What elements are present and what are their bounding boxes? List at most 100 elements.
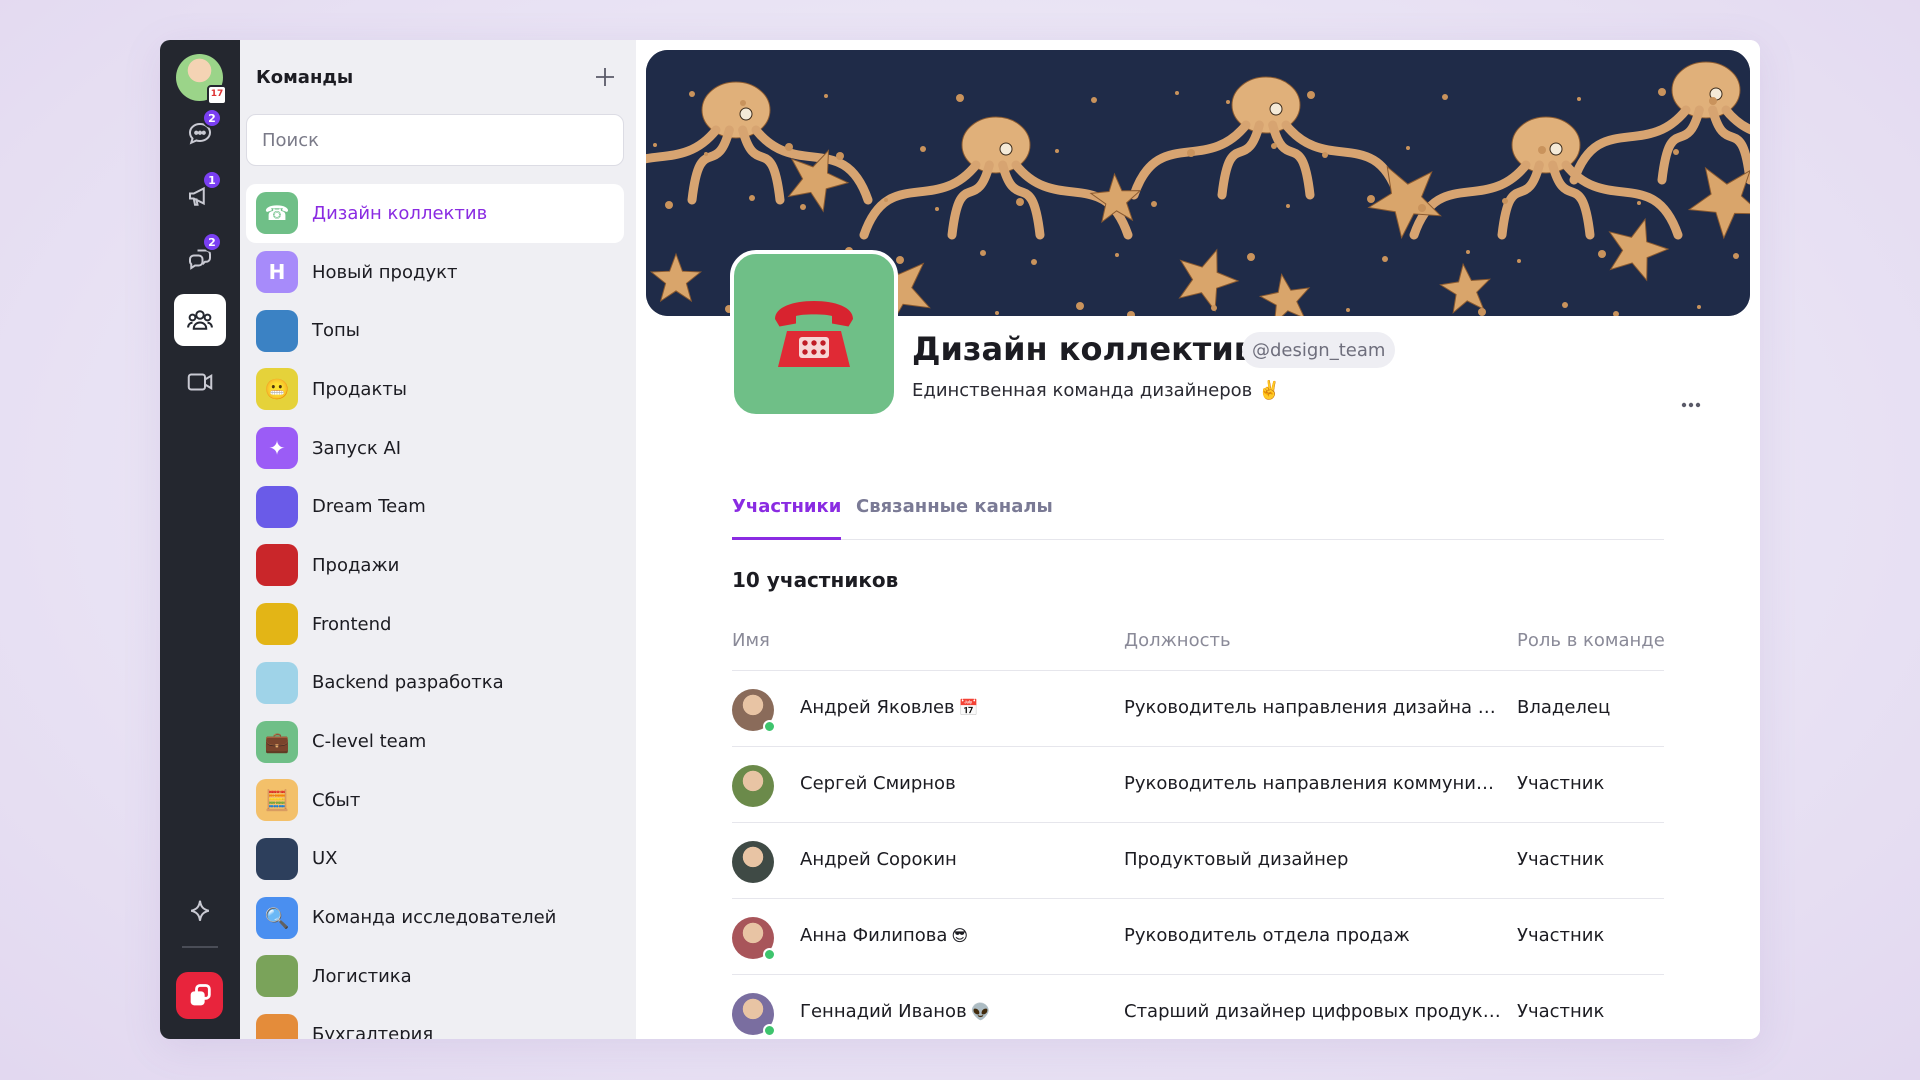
unread-badge: 2 (202, 108, 222, 128)
team-list-item[interactable]: UX (246, 830, 624, 889)
team-list-item[interactable]: ✦ Запуск AI (246, 419, 624, 478)
app-window: 17 2 1 2 Команды Поиск ☎ Дизайн коллекти… (160, 40, 1760, 1039)
team-handle[interactable]: @design_team (1242, 332, 1396, 368)
add-team-button[interactable] (590, 62, 620, 92)
member-role: Владелец (1517, 697, 1611, 718)
tab-members[interactable]: Участники (732, 496, 842, 540)
member-avatar[interactable] (732, 917, 776, 961)
team-list-item-label: Новый продукт (312, 261, 458, 283)
abacus-icon: 🧮 (256, 779, 298, 822)
member-row[interactable]: Андрей Сорокин Продуктовый дизайнер Участн… (732, 823, 1664, 899)
pug-photo-icon (256, 603, 298, 646)
member-name-text: Андрей Сорокин (800, 849, 957, 870)
team-list-item-label: Сбыт (312, 789, 361, 811)
giraffe-photo-icon (256, 661, 298, 704)
chats-nav-button[interactable]: 2 (174, 108, 226, 160)
search-input[interactable]: Поиск (246, 114, 624, 166)
team-list-item[interactable]: 😬 Продакты (246, 360, 624, 419)
team-description: Единственная команда дизайнеров ✌️ (912, 380, 1281, 401)
status-emoji: 😎 (951, 926, 969, 945)
members-count: 10 участников (732, 568, 899, 592)
team-list-item-label: Frontend (312, 613, 392, 635)
team-list-item[interactable]: Продажи (246, 536, 624, 595)
sparkle-icon (190, 900, 210, 921)
cat-photo-icon (256, 309, 298, 352)
member-name: Сергей Смирнов (800, 773, 956, 794)
team-list-item[interactable]: Логистика (246, 947, 624, 1006)
teams-nav-button[interactable] (174, 294, 226, 346)
teams-panel-title: Команды (256, 66, 354, 88)
team-list-item-label: Команда исследователей (312, 907, 557, 929)
bird-photo-icon (256, 837, 298, 880)
app-logo-button[interactable] (176, 972, 223, 1019)
member-job-title: Старший дизайнер цифровых продуктов (1124, 1001, 1502, 1022)
tab-linked-channels[interactable]: Связанные каналы (856, 496, 1053, 540)
rail-divider (182, 946, 218, 948)
calls-nav-button[interactable] (174, 356, 226, 408)
user-avatar[interactable]: 17 (176, 54, 227, 105)
team-list-item[interactable]: Dream Team (246, 477, 624, 536)
grimace-emoji-icon: 😬 (256, 368, 298, 411)
team-list-item[interactable]: Backend разработка (246, 654, 624, 713)
column-header-role[interactable]: Роль в команде (1517, 630, 1665, 651)
briefcase-icon: 💼 (256, 720, 298, 763)
member-role: Участник (1517, 773, 1605, 794)
dog-photo-icon (256, 1013, 298, 1039)
member-job-title: Руководитель отдела продаж (1124, 925, 1410, 946)
calendar-status-icon: 17 (207, 85, 227, 105)
team-avatar (730, 250, 898, 418)
member-row[interactable]: Геннадий Иванов 👽 Старший дизайнер цифровы… (732, 975, 1664, 1039)
team-list-item-label: Backend разработка (312, 672, 504, 694)
team-list-item-label: Запуск AI (312, 437, 402, 459)
member-avatar[interactable] (732, 841, 774, 883)
member-name-text: Анна Филипова (800, 925, 948, 946)
team-list-item[interactable]: 💼 C-level team (246, 712, 624, 771)
video-camera-icon (187, 373, 213, 391)
team-list-item-label: UX (312, 848, 338, 870)
team-list-item[interactable]: Бухгалтерия (246, 1006, 624, 1039)
telephone-icon: ☎ (256, 192, 298, 235)
member-avatar[interactable] (732, 765, 774, 807)
online-status-dot (763, 948, 776, 961)
team-list-item[interactable]: ☎ Дизайн коллектив (246, 184, 624, 243)
ai-assistant-button[interactable] (174, 886, 226, 938)
unread-badge: 1 (202, 170, 222, 190)
column-header-name[interactable]: Имя (732, 630, 770, 651)
member-row[interactable]: Анна Филипова 😎 Руководитель отдела продаж… (732, 899, 1664, 975)
member-name-text: Сергей Смирнов (800, 773, 956, 794)
member-role: Участник (1517, 925, 1605, 946)
member-name: Андрей Сорокин (800, 849, 957, 870)
team-list-item[interactable]: 🔍 Команда исследователей (246, 888, 624, 947)
team-people-icon (187, 310, 213, 330)
ant-photo-icon (256, 544, 298, 587)
team-list-item-label: Бухгалтерия (312, 1024, 434, 1039)
profile-tabs: Участники Связанные каналы (732, 488, 1664, 540)
column-header-title[interactable]: Должность (1124, 630, 1231, 651)
threads-nav-button[interactable]: 2 (174, 232, 226, 284)
road-photo-icon (256, 955, 298, 998)
member-role: Участник (1517, 1001, 1605, 1022)
team-list-item[interactable]: Frontend (246, 595, 624, 654)
member-job-title: Руководитель направления коммуника... (1124, 773, 1502, 794)
team-list-item-label: Логистика (312, 965, 412, 987)
team-list-item-label: Dream Team (312, 496, 426, 518)
online-status-dot (763, 1024, 776, 1037)
team-list-item[interactable]: Топы (246, 301, 624, 360)
more-options-button[interactable] (1676, 390, 1706, 420)
team-list: ☎ Дизайн коллектив Н Новый продукт Топы 😬 Прод… (246, 184, 624, 1039)
team-list-item[interactable]: 🧮 Сбыт (246, 771, 624, 830)
team-list-item-label: Топы (312, 320, 360, 342)
member-avatar[interactable] (732, 993, 776, 1037)
team-profile: Дизайн коллектив @design_team Единственн… (636, 40, 1760, 1039)
team-list-item-label: Дизайн коллектив (312, 202, 488, 224)
member-avatar[interactable] (732, 689, 776, 733)
teams-panel: Команды Поиск ☎ Дизайн коллектив Н Новый пр… (240, 40, 636, 1039)
channels-nav-button[interactable]: 1 (174, 170, 226, 222)
member-row[interactable]: Андрей Яковлев 📅 Руководитель направления … (732, 671, 1664, 747)
member-name-text: Геннадий Иванов (800, 1001, 967, 1022)
team-list-item-label: C-level team (312, 731, 427, 753)
app-logo-icon (190, 983, 211, 1005)
team-list-item[interactable]: Н Новый продукт (246, 243, 624, 302)
member-job-title: Продуктовый дизайнер (1124, 849, 1349, 870)
member-row[interactable]: Сергей Смирнов Руководитель направления к… (732, 747, 1664, 823)
